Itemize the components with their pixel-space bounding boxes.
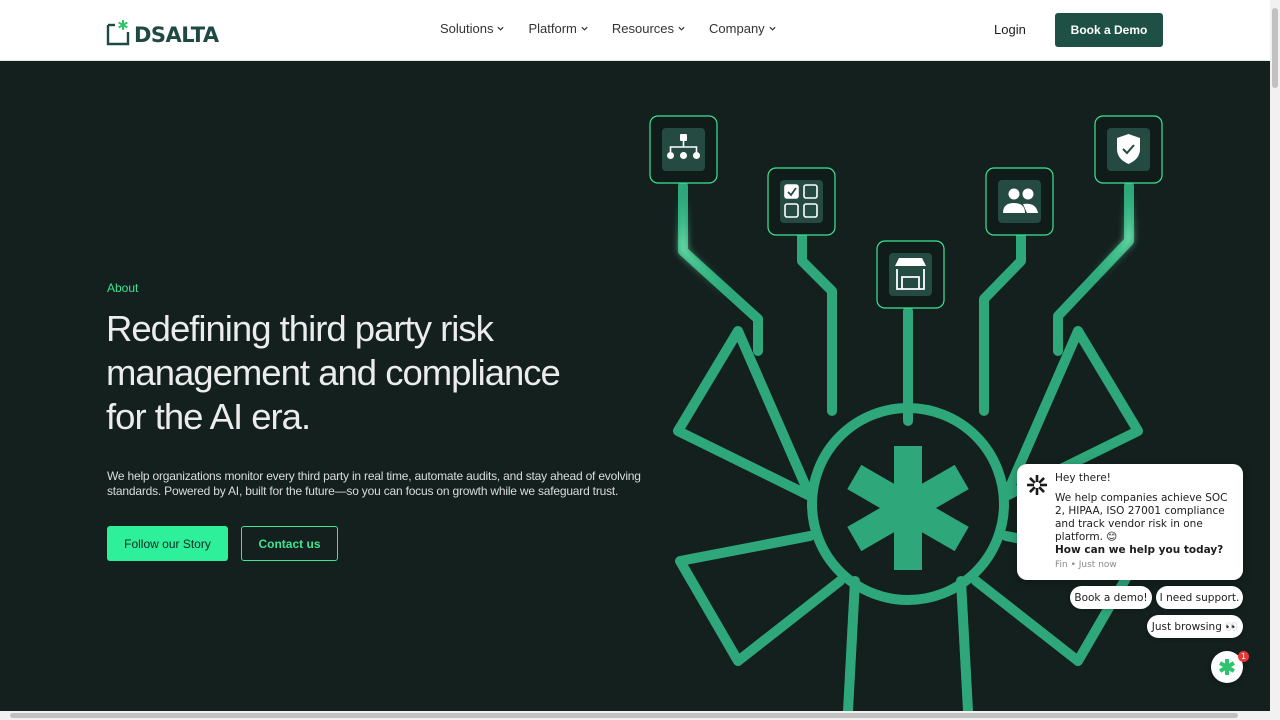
headline-line: Redefining third party risk (106, 308, 494, 349)
chat-message-card[interactable]: Hey there! We help companies achieve SOC… (1017, 464, 1243, 580)
horizontal-scrollbar[interactable] (0, 711, 1280, 720)
main-nav: Solutions Platform Resources Company (440, 21, 777, 36)
chevron-down-icon (678, 26, 685, 31)
nav-solutions-label: Solutions (440, 21, 494, 36)
hero-headline: Redefining third party risk management a… (106, 307, 626, 439)
chevron-down-icon (497, 26, 505, 31)
hero-illustration (649, 115, 1163, 711)
nav-resources-label: Resources (611, 21, 675, 36)
quick-reply-browsing[interactable]: Just browsing 👀 (1147, 615, 1243, 638)
section-eyebrow: About (107, 281, 139, 295)
chevron-down-icon (769, 26, 776, 31)
chevron-down-icon (581, 26, 588, 31)
nav-company[interactable]: Company (709, 21, 777, 36)
follow-story-button[interactable]: Follow our Story (107, 526, 228, 561)
vertical-scroll-thumb[interactable] (1272, 8, 1278, 88)
nav-solutions[interactable]: Solutions (440, 21, 505, 36)
nav-platform-label: Platform (528, 21, 577, 36)
chat-message: We help companies achieve SOC 2, HIPAA, … (1055, 492, 1228, 543)
brand-name: DSALTA (134, 23, 219, 47)
chat-greeting: Hey there! (1055, 472, 1111, 484)
hero-subtext: We help organizations monitor every thir… (107, 469, 641, 498)
chat-question: How can we help you today? (1055, 544, 1224, 556)
headline-line: management and compliance (106, 352, 561, 393)
shield-check-icon (1094, 115, 1163, 184)
nav-platform[interactable]: Platform (528, 21, 588, 36)
site-header: DSALTA Solutions Platform Resources Comp… (0, 0, 1270, 61)
logo-mark-icon (106, 20, 130, 46)
org-chart-icon (649, 115, 718, 184)
headline-line: for the AI era. (106, 396, 311, 437)
fin-avatar-icon (1027, 475, 1047, 495)
brand-logo[interactable]: DSALTA (106, 16, 219, 46)
users-icon (985, 167, 1054, 236)
vertical-scrollbar[interactable] (1270, 0, 1280, 711)
nav-resources[interactable]: Resources (612, 21, 686, 36)
checklist-grid-icon (767, 167, 836, 236)
chat-meta: Fin • Just now (1055, 560, 1117, 570)
horizontal-scroll-thumb[interactable] (10, 713, 1238, 718)
quick-reply-book-demo[interactable]: Book a demo! (1070, 586, 1152, 609)
storefront-icon (876, 240, 945, 309)
quick-reply-support[interactable]: I need support. (1156, 586, 1243, 609)
asterisk-icon (1219, 659, 1235, 675)
nav-company-label: Company (709, 21, 765, 36)
notification-badge: 1 (1238, 651, 1249, 662)
login-link[interactable]: Login (994, 22, 1026, 37)
contact-us-button[interactable]: Contact us (241, 526, 338, 561)
book-demo-button[interactable]: Book a Demo (1055, 13, 1163, 47)
hero-section: About Redefining third party risk manage… (0, 61, 1270, 711)
